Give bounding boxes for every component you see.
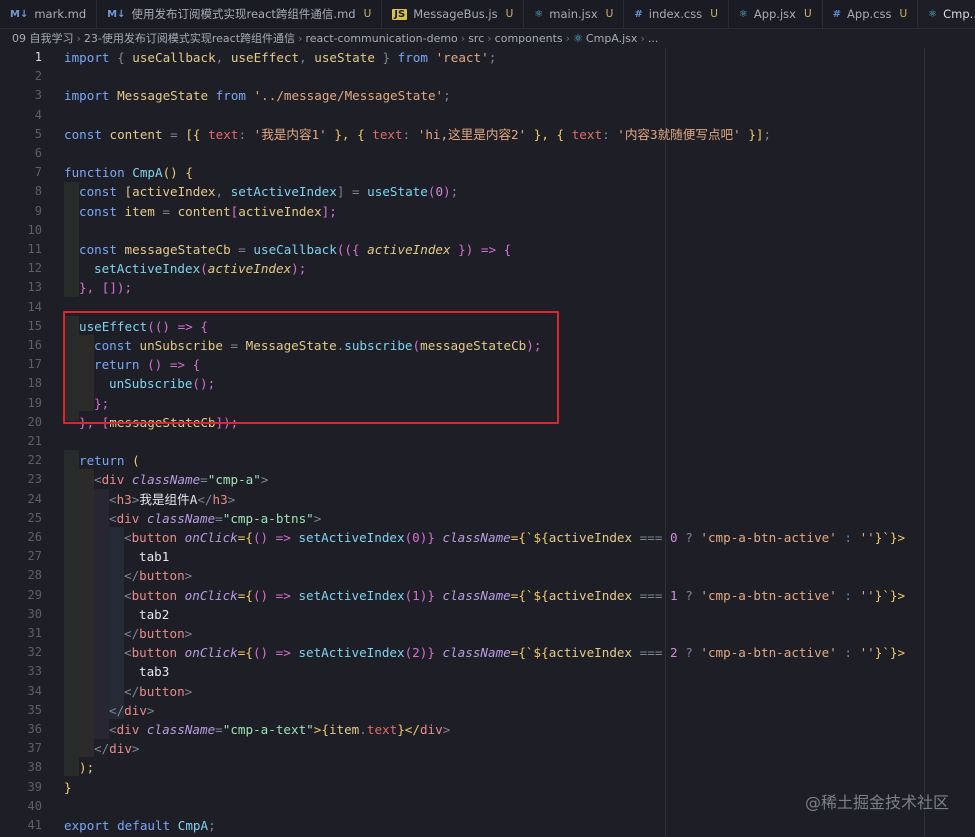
breadcrumb-item[interactable]: ... [648,32,659,45]
line-number: 2 [34,69,42,84]
tab-mark-md[interactable]: M↓ mark.md [0,0,98,28]
untracked-badge: U [505,8,514,20]
code-line: tab1 [139,549,170,565]
breadcrumb-item[interactable]: components [495,32,563,45]
javascript-icon: JS [392,8,408,20]
code-line: <h3>我是组件A</h3> [109,491,236,507]
code-line: <button onClick={() => setActiveIndex(0)… [124,530,906,545]
tab-app-css[interactable]: # App.css U [823,0,919,28]
code-line: import { useCallback, useEffect, useStat… [64,50,497,65]
line-number: 4 [34,107,42,122]
code-line: </div> [109,702,155,718]
code-line: const [activeIndex, setActiveIndex] = us… [79,184,459,200]
code-line: setActiveIndex(activeIndex); [94,261,307,277]
line-number: 40 [27,798,42,813]
code-line: </button> [124,568,193,584]
untracked-badge: U [899,8,908,20]
code-line: <button onClick={() => setActiveIndex(1)… [124,587,906,603]
markdown-icon: M↓ [107,8,126,20]
code-line: </button> [124,626,193,641]
breadcrumb-item[interactable]: react-communication-demo [305,32,457,45]
chevron-right-icon: › [298,31,303,45]
tab-label: index.css [648,7,703,21]
breadcrumb: 09 自我学习 › 23-使用发布订阅模式实现react跨组件通信 › reac… [0,28,975,48]
untracked-badge: U [605,8,614,20]
tab-label: 使用发布订阅模式实现react跨组件通信.md [131,7,356,21]
code-line: <button onClick={() => setActiveIndex(2)… [124,645,906,661]
code-line: <div className="cmp-a-text">{item.text}<… [109,722,451,737]
code-line: import MessageState from '../message/Mes… [64,88,451,104]
chevron-right-icon: › [640,31,645,45]
chevron-right-icon: › [460,31,466,45]
untracked-badge: U [363,8,372,20]
react-icon: ⚛ [928,8,938,20]
breadcrumb-item[interactable]: CmpA.jsx [586,32,638,45]
chevron-right-icon: › [565,31,571,45]
css-icon: # [832,8,842,20]
code-line: } [64,779,72,795]
code-line: return ( [79,453,140,469]
tab-messagebus-js[interactable]: JS MessageBus.js U [382,0,525,28]
code-line: ); [79,760,95,776]
untracked-badge: U [803,8,812,20]
code-line: const content = [{ text: '我是内容1' }, { te… [64,126,772,142]
code-line: </div> [94,741,140,757]
tab-main-jsx[interactable]: ⚛ main.jsx U [524,0,625,28]
line-number: 10 [27,222,42,237]
tab-index-css[interactable]: # index.css U [624,0,729,28]
tab-cmpa-jsx[interactable]: ⚛ Cmp... [918,0,975,28]
breadcrumb-item[interactable]: 09 自我学习 [12,30,74,46]
annotation-highlight-box [63,311,559,424]
code-line: <div className="cmp-a-btns"> [109,510,322,526]
tab-label: MessageBus.js [413,7,498,21]
css-icon: # [634,8,643,20]
code-line: }, []); [79,280,133,296]
tab-article-md[interactable]: M↓ 使用发布订阅模式实现react跨组件通信.md U [97,0,383,28]
line-number: 14 [27,299,42,314]
watermark: @稀土掘金技术社区 [804,793,949,812]
tab-label: main.jsx [549,7,598,21]
markdown-icon: M↓ [10,8,29,20]
react-icon: ⚛ [534,8,544,20]
code-line: tab3 [139,664,170,680]
breadcrumb-item[interactable]: 23-使用发布订阅模式实现react跨组件通信 [84,30,295,46]
code-line: <div className="cmp-a"> [94,472,269,488]
code-editor[interactable]: 1 2 3 4 5 6 7 8 9 10 11 12 13 14 15 16 1… [0,48,975,837]
tab-label: App.jsx [753,7,796,21]
code-line: const messageStateCb = useCallback(({ ac… [79,242,512,257]
react-icon: ⚛ [573,31,583,45]
tab-app-jsx[interactable]: ⚛ App.jsx U [729,0,823,28]
code-line: const item = content[activeIndex]; [79,203,337,219]
chevron-right-icon: › [487,31,492,45]
react-icon: ⚛ [738,8,748,20]
breadcrumb-item[interactable]: src [468,32,484,45]
code-line: </button> [124,683,193,699]
code-line: tab2 [139,606,170,622]
code-line: function CmpA() { [64,165,193,181]
editor-tab-bar: M↓ mark.md M↓ 使用发布订阅模式实现react跨组件通信.md U … [0,0,975,29]
code-line: export default CmpA; [64,818,216,833]
untracked-badge: U [710,8,718,20]
chevron-right-icon: › [76,31,81,45]
line-number: 21 [27,434,42,448]
tab-label: mark.md [34,7,87,21]
tab-label: App.css [847,7,892,21]
line-number: 6 [34,146,42,160]
tab-label: Cmp... [943,7,975,21]
